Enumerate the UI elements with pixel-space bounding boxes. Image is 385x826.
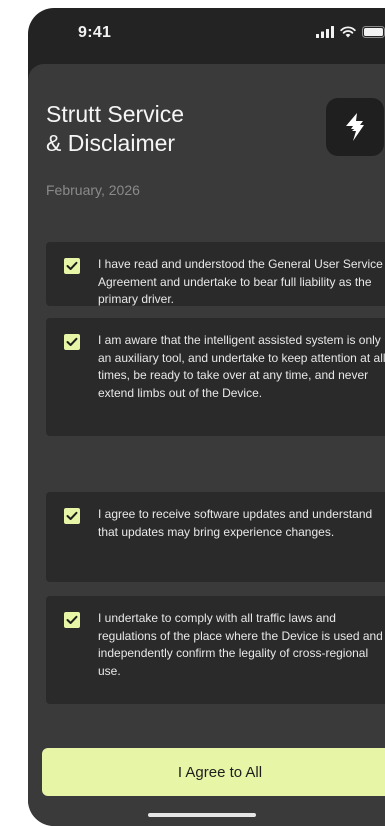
- disclaimer-sheet: Strutt Service & Disclaimer February, 20…: [28, 64, 385, 826]
- status-icons: [316, 26, 385, 38]
- title-line-2: & Disclaimer: [46, 130, 176, 156]
- agreement-checkbox-1[interactable]: [64, 258, 80, 274]
- home-indicator: [148, 813, 256, 817]
- checkmark-icon: [66, 261, 78, 270]
- checkmark-icon: [66, 615, 78, 624]
- checkmark-icon: [66, 337, 78, 346]
- agreement-card-1: I have read and understood the General U…: [46, 242, 385, 306]
- app-logo: [326, 98, 384, 156]
- agreement-text-1: I have read and understood the General U…: [98, 257, 383, 306]
- status-time: 9:41: [78, 24, 112, 41]
- page-title: Strutt Service & Disclaimer: [46, 100, 296, 158]
- agreement-checkbox-3[interactable]: [64, 508, 80, 524]
- wifi-icon: [340, 26, 356, 38]
- checkmark-icon: [66, 511, 78, 520]
- agreement-text-4: I undertake to comply with all traffic l…: [98, 611, 383, 678]
- agree-to-all-button[interactable]: I Agree to All: [42, 748, 385, 796]
- agreement-checkbox-4[interactable]: [64, 612, 80, 628]
- battery-icon: [362, 26, 385, 38]
- agreement-card-3: I agree to receive software updates and …: [46, 492, 385, 582]
- agreement-text-2: I am aware that the intelligent assisted…: [98, 333, 385, 400]
- title-line-1: Strutt Service: [46, 101, 185, 127]
- phone-screen: 9:41 Strutt Service & Disclaimer Februar…: [28, 8, 385, 826]
- date-label: February, 2026: [46, 182, 140, 198]
- agreement-text-3: I agree to receive software updates and …: [98, 507, 373, 539]
- status-bar: 9:41: [28, 8, 385, 58]
- agreement-card-4: I undertake to comply with all traffic l…: [46, 596, 385, 704]
- signal-icon: [316, 26, 334, 38]
- agreement-card-2: I am aware that the intelligent assisted…: [46, 318, 385, 436]
- lightning-logo-icon: [346, 113, 364, 141]
- agreement-checkbox-2[interactable]: [64, 334, 80, 350]
